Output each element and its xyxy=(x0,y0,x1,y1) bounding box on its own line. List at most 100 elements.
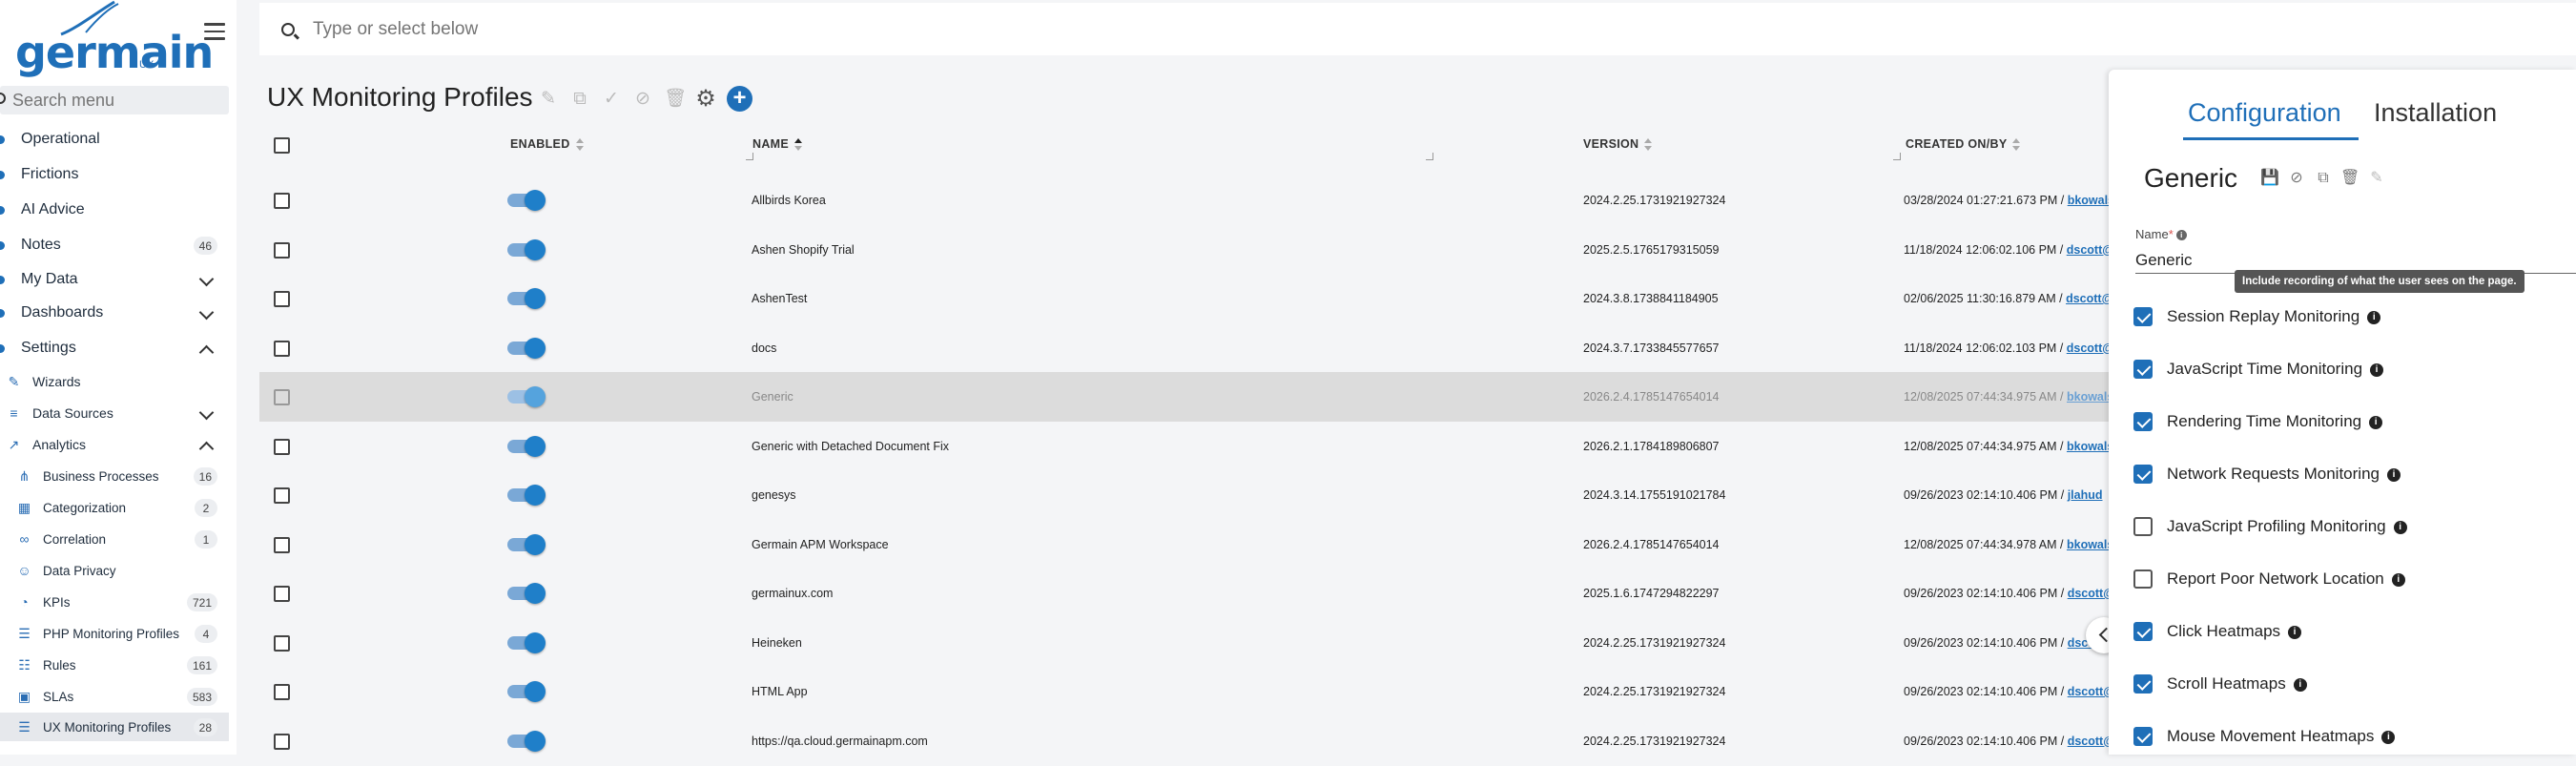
created-by-link[interactable]: dscott@ xyxy=(2067,243,2114,257)
nav-item-rules[interactable]: ☷ Rules 161 xyxy=(0,651,229,679)
nav-item-php-monitoring-profiles[interactable]: ☰ PHP Monitoring Profiles 4 xyxy=(0,619,229,648)
created-by-link[interactable]: dscott@ xyxy=(2067,342,2114,355)
table-row[interactable]: germainux.com 2025.1.6.1747294822297 09/26… xyxy=(259,569,2358,618)
nav-item-data-sources[interactable]: ≡ Data Sources xyxy=(0,399,229,427)
disable-icon[interactable]: ⊘ xyxy=(2287,169,2306,188)
enabled-toggle[interactable] xyxy=(505,238,547,261)
chevron-down-icon[interactable] xyxy=(198,304,215,321)
option-checkbox[interactable] xyxy=(2133,569,2153,589)
nav-item-analytics[interactable]: ↗ Analytics xyxy=(0,430,229,459)
row-checkbox[interactable] xyxy=(274,684,290,700)
option-checkbox[interactable] xyxy=(2133,307,2153,326)
info-icon[interactable]: i xyxy=(2386,467,2401,482)
created-by-link[interactable]: dscott@ xyxy=(2068,735,2115,748)
edit-icon[interactable]: ✎ xyxy=(2367,169,2386,188)
column-resize-handle[interactable] xyxy=(746,153,753,160)
copy-icon[interactable]: ⧉ xyxy=(2314,169,2333,188)
enabled-toggle[interactable] xyxy=(505,337,547,360)
enabled-toggle[interactable] xyxy=(505,582,547,605)
table-row[interactable]: Germain APM Workspace 2026.2.4.1785147654… xyxy=(259,520,2358,569)
delete-icon[interactable]: 🗑 xyxy=(664,89,687,110)
created-by-link[interactable]: dscott@ xyxy=(2068,685,2115,698)
info-icon[interactable]: i xyxy=(2293,677,2307,692)
info-icon[interactable]: i xyxy=(2288,625,2302,639)
option-checkbox-row[interactable]: Network Requests Monitoring i xyxy=(2133,462,2553,487)
option-checkbox-row[interactable]: Rendering Time Monitoring i xyxy=(2133,409,2553,434)
row-checkbox[interactable] xyxy=(274,487,290,504)
option-checkbox[interactable] xyxy=(2133,412,2153,431)
info-icon[interactable]: i xyxy=(2391,572,2405,587)
option-checkbox[interactable] xyxy=(2133,622,2153,641)
nav-item-settings[interactable]: Settings xyxy=(0,334,229,362)
row-checkbox[interactable] xyxy=(274,733,290,750)
nav-item-business-processes[interactable]: ⋔ Business Processes 16 xyxy=(0,462,229,490)
info-icon[interactable]: i xyxy=(2369,415,2383,429)
nav-item-categorization[interactable]: ▦ Categorization 2 xyxy=(0,493,229,522)
row-checkbox[interactable] xyxy=(274,193,290,209)
global-search-input[interactable] xyxy=(313,16,1076,43)
option-checkbox-row[interactable]: Mouse Movement Heatmaps i xyxy=(2133,724,2553,749)
germain-logo[interactable]: germain UX xyxy=(15,0,214,78)
nav-item-kpis[interactable]: ◔ KPIs 721 xyxy=(0,588,229,616)
nav-item-dashboards[interactable]: Dashboards xyxy=(0,299,229,327)
row-checkbox[interactable] xyxy=(274,389,290,405)
row-checkbox[interactable] xyxy=(274,586,290,602)
enabled-toggle[interactable] xyxy=(505,484,547,507)
option-checkbox-row[interactable]: JavaScript Profiling Monitoring i xyxy=(2133,514,2553,539)
global-search[interactable] xyxy=(259,3,2576,55)
option-checkbox-row[interactable]: JavaScript Time Monitoring i xyxy=(2133,357,2553,382)
nav-item-slas[interactable]: ▣ SLAs 583 xyxy=(0,682,229,711)
select-all-checkbox[interactable] xyxy=(274,137,290,154)
nav-item-wizards[interactable]: ✎ Wizards xyxy=(0,367,229,396)
info-icon[interactable]: i xyxy=(2393,520,2407,534)
profile-name[interactable]: germainux.com xyxy=(752,587,833,600)
disable-icon[interactable]: ⊘ xyxy=(632,89,653,110)
created-by-link[interactable]: bkowals xyxy=(2067,440,2113,453)
gear-icon[interactable]: ⚙ xyxy=(695,87,716,110)
option-checkbox[interactable] xyxy=(2133,517,2153,536)
profile-name[interactable]: Generic with Detached Document Fix xyxy=(752,440,949,453)
option-checkbox-row[interactable]: Session Replay Monitoring i xyxy=(2133,304,2553,329)
menu-search-input[interactable] xyxy=(0,86,229,114)
menu-search[interactable] xyxy=(0,86,229,114)
info-icon[interactable]: i xyxy=(2175,230,2187,241)
chevron-down-icon[interactable] xyxy=(198,271,215,287)
created-by-link[interactable]: bkowals xyxy=(2068,194,2114,207)
edit-icon[interactable]: ✎ xyxy=(538,89,559,110)
profile-name[interactable]: Heineken xyxy=(752,636,802,650)
created-by-link[interactable]: jlahud xyxy=(2068,488,2103,502)
row-checkbox[interactable] xyxy=(274,536,290,553)
profile-name[interactable]: docs xyxy=(752,342,776,355)
nav-item-frictions[interactable]: Frictions xyxy=(0,160,229,189)
created-by-link[interactable]: bkowals xyxy=(2067,538,2113,551)
row-checkbox[interactable] xyxy=(274,241,290,259)
profile-name[interactable]: AshenTest xyxy=(752,292,807,305)
info-icon[interactable]: i xyxy=(2381,730,2396,744)
chevron-up-icon[interactable] xyxy=(198,344,215,361)
profile-name[interactable]: https://qa.cloud.germainapm.com xyxy=(752,735,928,748)
option-checkbox[interactable] xyxy=(2133,360,2153,379)
option-checkbox[interactable] xyxy=(2133,674,2153,694)
nav-item-correlation[interactable]: ∞ Correlation 1 xyxy=(0,525,229,553)
profile-name[interactable]: Germain APM Workspace xyxy=(752,538,889,551)
add-profile-button[interactable]: + xyxy=(727,86,752,112)
table-row[interactable]: https://qa.cloud.germainapm.com 2024.2.25… xyxy=(259,716,2358,766)
info-icon[interactable]: i xyxy=(2370,362,2384,377)
column-resize-handle[interactable] xyxy=(1893,153,1901,160)
enable-icon[interactable]: ✓ xyxy=(601,89,622,110)
created-by-link[interactable]: bkowals xyxy=(2067,390,2113,404)
table-row[interactable]: Heineken 2024.2.25.1731921927324 09/26/202… xyxy=(259,618,2358,668)
profile-name[interactable]: Generic xyxy=(752,390,793,404)
profile-name[interactable]: Ashen Shopify Trial xyxy=(752,243,855,257)
enabled-toggle[interactable] xyxy=(505,385,547,408)
table-row[interactable]: Ashen Shopify Trial 2025.2.5.176517931505… xyxy=(259,225,2358,275)
table-row[interactable]: Allbirds Korea 2024.2.25.1731921927324 03/… xyxy=(259,176,2358,225)
chevron-down-icon[interactable] xyxy=(198,404,215,421)
hamburger-menu-icon[interactable] xyxy=(204,23,225,40)
header-version[interactable]: VERSION xyxy=(1583,137,1653,152)
table-row[interactable]: HTML App 2024.2.25.1731921927324 09/26/202… xyxy=(259,667,2358,716)
profile-name[interactable]: genesys xyxy=(752,488,796,502)
enabled-toggle[interactable] xyxy=(505,631,547,654)
chevron-up-icon[interactable] xyxy=(198,441,215,457)
created-by-link[interactable]: dscott@ xyxy=(2068,587,2115,600)
